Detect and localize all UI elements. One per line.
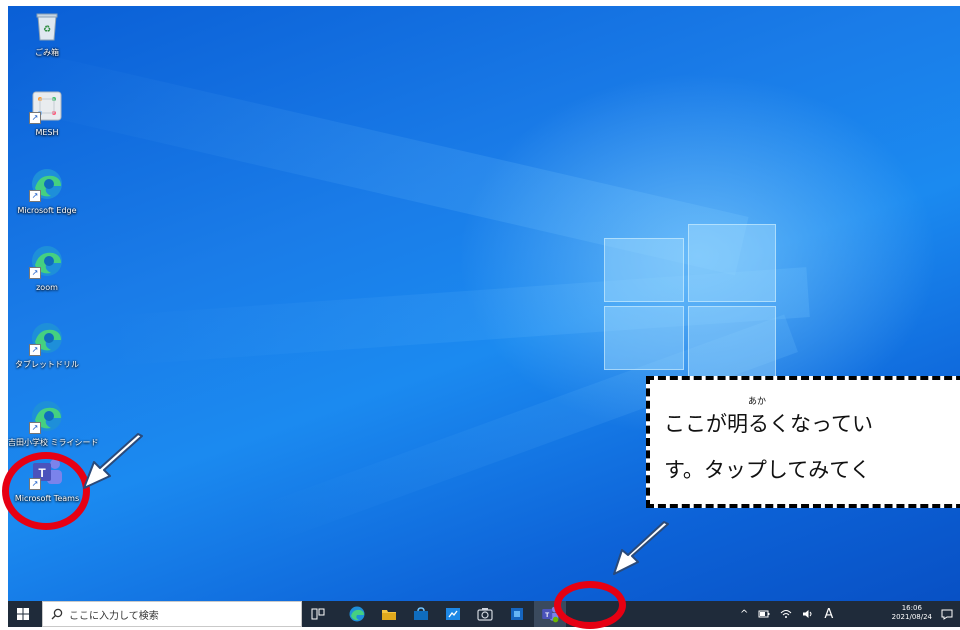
taskbar-camera-button[interactable] (470, 601, 500, 627)
camera-icon (477, 608, 493, 621)
edge-icon (349, 606, 365, 622)
desktop-icon-label: タブレットドリル (15, 360, 79, 369)
notification-icon (941, 609, 953, 620)
desktop-icon-label: zoom (36, 283, 58, 292)
taskbar-store-button[interactable] (406, 601, 436, 627)
app-icon (511, 608, 523, 620)
clock-time: 16:06 (901, 604, 922, 612)
highlight-ring-taskbar-teams (554, 581, 626, 629)
windows-logo (604, 216, 776, 384)
start-button[interactable] (8, 601, 38, 627)
search-icon (51, 608, 63, 620)
ime-indicator[interactable]: A (824, 607, 833, 622)
callout-ruby: あか (748, 397, 767, 407)
chevron-up-icon[interactable]: ^ (740, 609, 748, 620)
svg-text:♻: ♻ (43, 25, 51, 35)
wifi-icon[interactable] (780, 609, 792, 619)
windows-start-icon (17, 608, 29, 620)
desktop-icon-label: MESH (35, 128, 59, 137)
callout-line-1: ここが明るくなってい (664, 412, 873, 436)
instruction-callout: あか ここが明るくなってい す。タップしてみてく (646, 376, 960, 508)
taskbar-search-input[interactable]: ここに入力して検索 (42, 601, 302, 627)
search-placeholder: ここに入力して検索 (69, 610, 159, 622)
recycle-bin-icon: ♻ (29, 8, 65, 44)
callout-line-2: す。タップしてみてく (664, 458, 871, 482)
taskbar-whiteboard-button[interactable] (438, 601, 468, 627)
system-tray: ^ A (740, 601, 833, 627)
task-view-icon (311, 608, 325, 620)
desktop-icon-microsoft-edge[interactable]: ↗ Microsoft Edge (8, 166, 86, 216)
taskbar: ここに入力して検索 T ^ A 16:06 2021/08/24 (8, 601, 960, 627)
shortcut-arrow-icon: ↗ (29, 422, 41, 434)
edge-icon: ↗ (29, 243, 65, 279)
store-icon (414, 607, 428, 620)
desktop-icon-tablet-drill[interactable]: ↗ タブレットドリル (8, 320, 86, 370)
desktop-icon-label: 吉田小学校 ミライシード (8, 438, 99, 447)
desktop-icon-mirai-seed[interactable]: ↗ 吉田小学校 ミライシード (8, 398, 99, 448)
edge-icon: ↗ (29, 320, 65, 356)
edge-icon: ↗ (29, 398, 65, 434)
desktop-icon-mesh[interactable]: ↗ MESH (8, 88, 86, 138)
desktop-icon-label: Microsoft Edge (17, 206, 77, 215)
desktop-wallpaper: ♻ ごみ箱 ↗ MESH ↗ Microsoft Edge ↗ zoom ↗ タ… (8, 6, 960, 606)
pointer-arrow-taskbar (613, 521, 669, 575)
battery-icon[interactable] (758, 609, 770, 619)
shortcut-arrow-icon: ↗ (29, 112, 41, 124)
clock-date: 2021/08/24 (891, 613, 932, 621)
pointer-arrow-desktop (83, 433, 143, 489)
folder-icon (382, 610, 396, 620)
taskbar-explorer-button[interactable] (374, 601, 404, 627)
edge-icon: ↗ (29, 166, 65, 202)
shortcut-arrow-icon: ↗ (29, 267, 41, 279)
notification-button[interactable] (936, 601, 958, 627)
whiteboard-icon (446, 608, 460, 620)
speaker-icon[interactable] (802, 609, 814, 619)
shortcut-arrow-icon: ↗ (29, 190, 41, 202)
task-view-button[interactable] (304, 601, 332, 627)
shortcut-arrow-icon: ↗ (29, 344, 41, 356)
desktop-icon-zoom[interactable]: ↗ zoom (8, 243, 86, 293)
taskbar-app-button[interactable] (502, 601, 532, 627)
taskbar-edge-button[interactable] (342, 601, 372, 627)
svg-text:T: T (545, 612, 549, 619)
taskbar-clock[interactable]: 16:06 2021/08/24 (892, 604, 932, 622)
mesh-icon: ↗ (29, 88, 65, 124)
desktop-icon-recycle-bin[interactable]: ♻ ごみ箱 (8, 8, 86, 58)
highlight-ring-desktop-teams (2, 452, 90, 530)
desktop-icon-label: ごみ箱 (35, 48, 59, 57)
